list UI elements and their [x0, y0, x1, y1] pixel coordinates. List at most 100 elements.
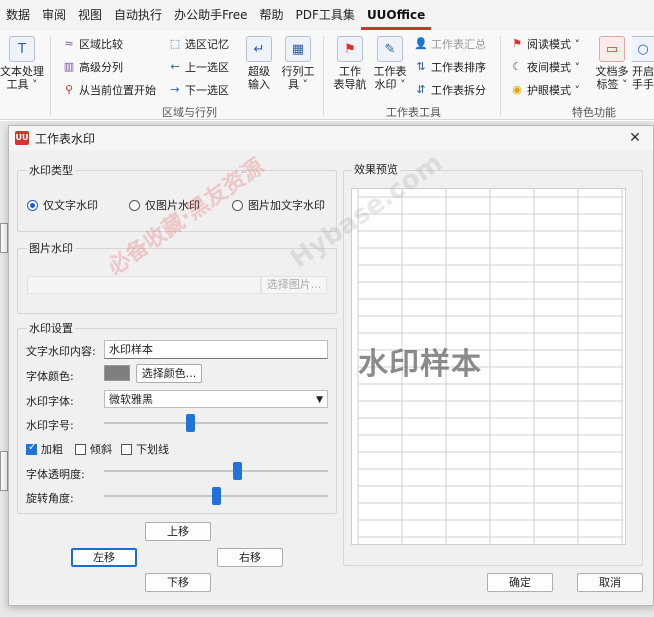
image-path-field[interactable] — [27, 276, 261, 294]
radio-image-and-text-label: 图片加文字水印 — [248, 199, 325, 212]
select-image-button[interactable]: 选择图片... — [261, 276, 327, 294]
doc-tabs-label-1: 文档多 — [595, 65, 629, 78]
watermark-type-title: 水印类型 — [27, 162, 75, 178]
advanced-split-label: 高级分列 — [79, 61, 123, 74]
sheet-sort-button[interactable]: ⇅ 工作表排序 — [414, 59, 486, 75]
text-content-label: 文字水印内容: — [26, 345, 96, 358]
sheet-navigation-button[interactable]: ⚑ 工作 表导航 — [332, 36, 368, 91]
region-compare-button[interactable]: ≈ 区域比较 — [62, 36, 123, 52]
night-mode-button[interactable]: ☾ 夜间模式 ˅ — [510, 59, 580, 75]
advanced-split-button[interactable]: ▥ 高级分列 — [62, 59, 123, 75]
text-tool-label-2: 工具 ˅ — [6, 78, 38, 91]
preview-sheet: 水印样本 — [351, 188, 626, 545]
close-icon[interactable]: ✕ — [625, 128, 645, 148]
slider-thumb[interactable] — [233, 462, 242, 480]
radio-dot — [232, 199, 243, 211]
region-compare-label: 区域比较 — [79, 38, 123, 51]
sort-icon: ⇅ — [416, 60, 426, 73]
radio-dot — [27, 199, 38, 211]
user-icon: 👤 — [414, 37, 428, 50]
navigation-pin-icon: ⚑ — [337, 36, 363, 62]
move-right-button[interactable]: 右移 — [217, 548, 283, 567]
menu-office-assistant[interactable]: 办公助手Free — [168, 0, 253, 30]
sheet-summary-label: 工作表汇总 — [431, 38, 486, 51]
prev-selection-button[interactable]: ← 上一选区 — [168, 59, 229, 75]
read-mode-button[interactable]: ⚑ 阅读模式 ˅ — [510, 36, 580, 52]
checkbox-box — [26, 442, 37, 455]
enter-key-icon: ↵ — [246, 36, 272, 62]
sheet-summary-button[interactable]: 👤 工作表汇总 — [414, 36, 486, 52]
doc-tabs-button[interactable]: ▭ 文档多 标签 ˅ — [594, 36, 630, 91]
menu-data[interactable]: 数据 — [0, 0, 36, 30]
watermark-text-input[interactable]: 水印样本 — [104, 340, 328, 359]
menu-automate[interactable]: 自动执行 — [108, 0, 168, 30]
radio-image-and-text[interactable]: 图片加文字水印 — [232, 197, 325, 213]
opacity-slider[interactable] — [104, 461, 328, 481]
super-input-label-2: 输入 — [248, 78, 270, 91]
sheet-watermark-button[interactable]: ✎ 工作表 水印 ˅ — [371, 36, 409, 91]
group-sheet-label: 工作表工具 — [386, 106, 441, 119]
font-color-swatch[interactable] — [104, 365, 130, 381]
dialog-titlebar[interactable]: UU 工作表水印 ✕ — [9, 126, 653, 150]
menu-review[interactable]: 审阅 — [36, 0, 72, 30]
ribbon: T 文本处理 工具 ˅ ≈ 区域比较 ▥ 高级分列 ⚲ 从当前位置开始 ⬚ 选区… — [0, 30, 654, 120]
move-up-button[interactable]: 上移 — [145, 522, 211, 541]
prev-selection-label: 上一选区 — [185, 61, 229, 74]
move-left-button[interactable]: 左移 — [71, 548, 137, 567]
worksheet-cell — [0, 223, 8, 253]
sheet-nav-label-2: 表导航 — [333, 78, 367, 91]
radio-image-only[interactable]: 仅图片水印 — [129, 197, 200, 213]
move-down-button[interactable]: 下移 — [145, 573, 211, 592]
underline-checkbox[interactable]: 下划线 — [121, 441, 169, 457]
arrow-right-icon: → — [170, 83, 180, 96]
bold-label: 加粗 — [41, 443, 63, 456]
night-mode-label: 夜间模式 ˅ — [527, 61, 580, 74]
menu-bar: 数据 审阅 视图 自动执行 办公助手Free 帮助 PDF工具集 UUOffic… — [0, 0, 654, 30]
italic-checkbox[interactable]: 倾斜 — [75, 441, 112, 457]
slider-thumb[interactable] — [212, 487, 221, 505]
sheet-watermark-label-1: 工作表 — [373, 65, 407, 78]
grid-table-icon: ▦ — [285, 36, 311, 62]
sheet-split-button[interactable]: ⇵ 工作表拆分 — [414, 82, 486, 98]
row-col-tool-button[interactable]: ▦ 行列工 具 ˅ — [280, 36, 316, 91]
rotation-slider[interactable] — [104, 486, 328, 506]
dialog-title: 工作表水印 — [35, 131, 96, 146]
open-other-button[interactable]: ○ 开启 手手 — [632, 36, 654, 91]
slider-track — [104, 470, 328, 472]
font-family-select[interactable]: 微软雅黑 ▼ — [104, 390, 328, 408]
eye-mode-button[interactable]: ◉ 护眼模式 ˅ — [510, 82, 580, 98]
menu-uuoffice[interactable]: UUOffice — [360, 0, 432, 30]
radio-text-only[interactable]: 仅文字水印 — [27, 197, 98, 213]
slider-thumb[interactable] — [186, 414, 195, 432]
menu-help[interactable]: 帮助 — [254, 0, 290, 30]
menu-view[interactable]: 视图 — [72, 0, 108, 30]
font-size-slider[interactable] — [104, 413, 328, 433]
watermark-settings-title: 水印设置 — [27, 320, 75, 336]
sheet-nav-label-1: 工作 — [339, 65, 361, 78]
radio-image-only-label: 仅图片水印 — [145, 199, 200, 212]
menu-pdf-tools[interactable]: PDF工具集 — [290, 0, 361, 30]
from-current-label: 从当前位置开始 — [79, 84, 156, 97]
arrow-left-icon: ← — [170, 60, 180, 73]
super-input-label-1: 超级 — [248, 65, 270, 78]
select-memory-button[interactable]: ⬚ 选区记忆 — [168, 36, 229, 52]
sheet-watermark-label-2: 水印 ˅ — [374, 78, 406, 91]
split-icon: ⇵ — [416, 83, 426, 96]
select-color-button[interactable]: 选择颜色... — [136, 364, 202, 383]
ok-button[interactable]: 确定 — [487, 573, 553, 592]
location-pin-icon: ⚲ — [64, 83, 74, 96]
watermark-image-icon: ✎ — [377, 36, 403, 62]
open-other-label-2: 手手 — [632, 78, 654, 91]
open-icon: ○ — [632, 36, 654, 62]
super-input-button[interactable]: ↵ 超级 输入 — [243, 36, 275, 91]
open-other-label-1: 开启 — [632, 65, 654, 78]
doc-tabs-icon: ▭ — [599, 36, 625, 62]
text-tool-button[interactable]: T 文本处理 工具 ˅ — [0, 36, 44, 91]
bold-checkbox[interactable]: 加粗 — [26, 441, 63, 457]
next-selection-button[interactable]: → 下一选区 — [168, 82, 229, 98]
sheet-split-label: 工作表拆分 — [431, 84, 486, 97]
from-current-button[interactable]: ⚲ 从当前位置开始 — [62, 82, 156, 98]
flag-icon: ⚑ — [512, 37, 522, 50]
cancel-button[interactable]: 取消 — [577, 573, 643, 592]
sheet-sort-label: 工作表排序 — [431, 61, 486, 74]
